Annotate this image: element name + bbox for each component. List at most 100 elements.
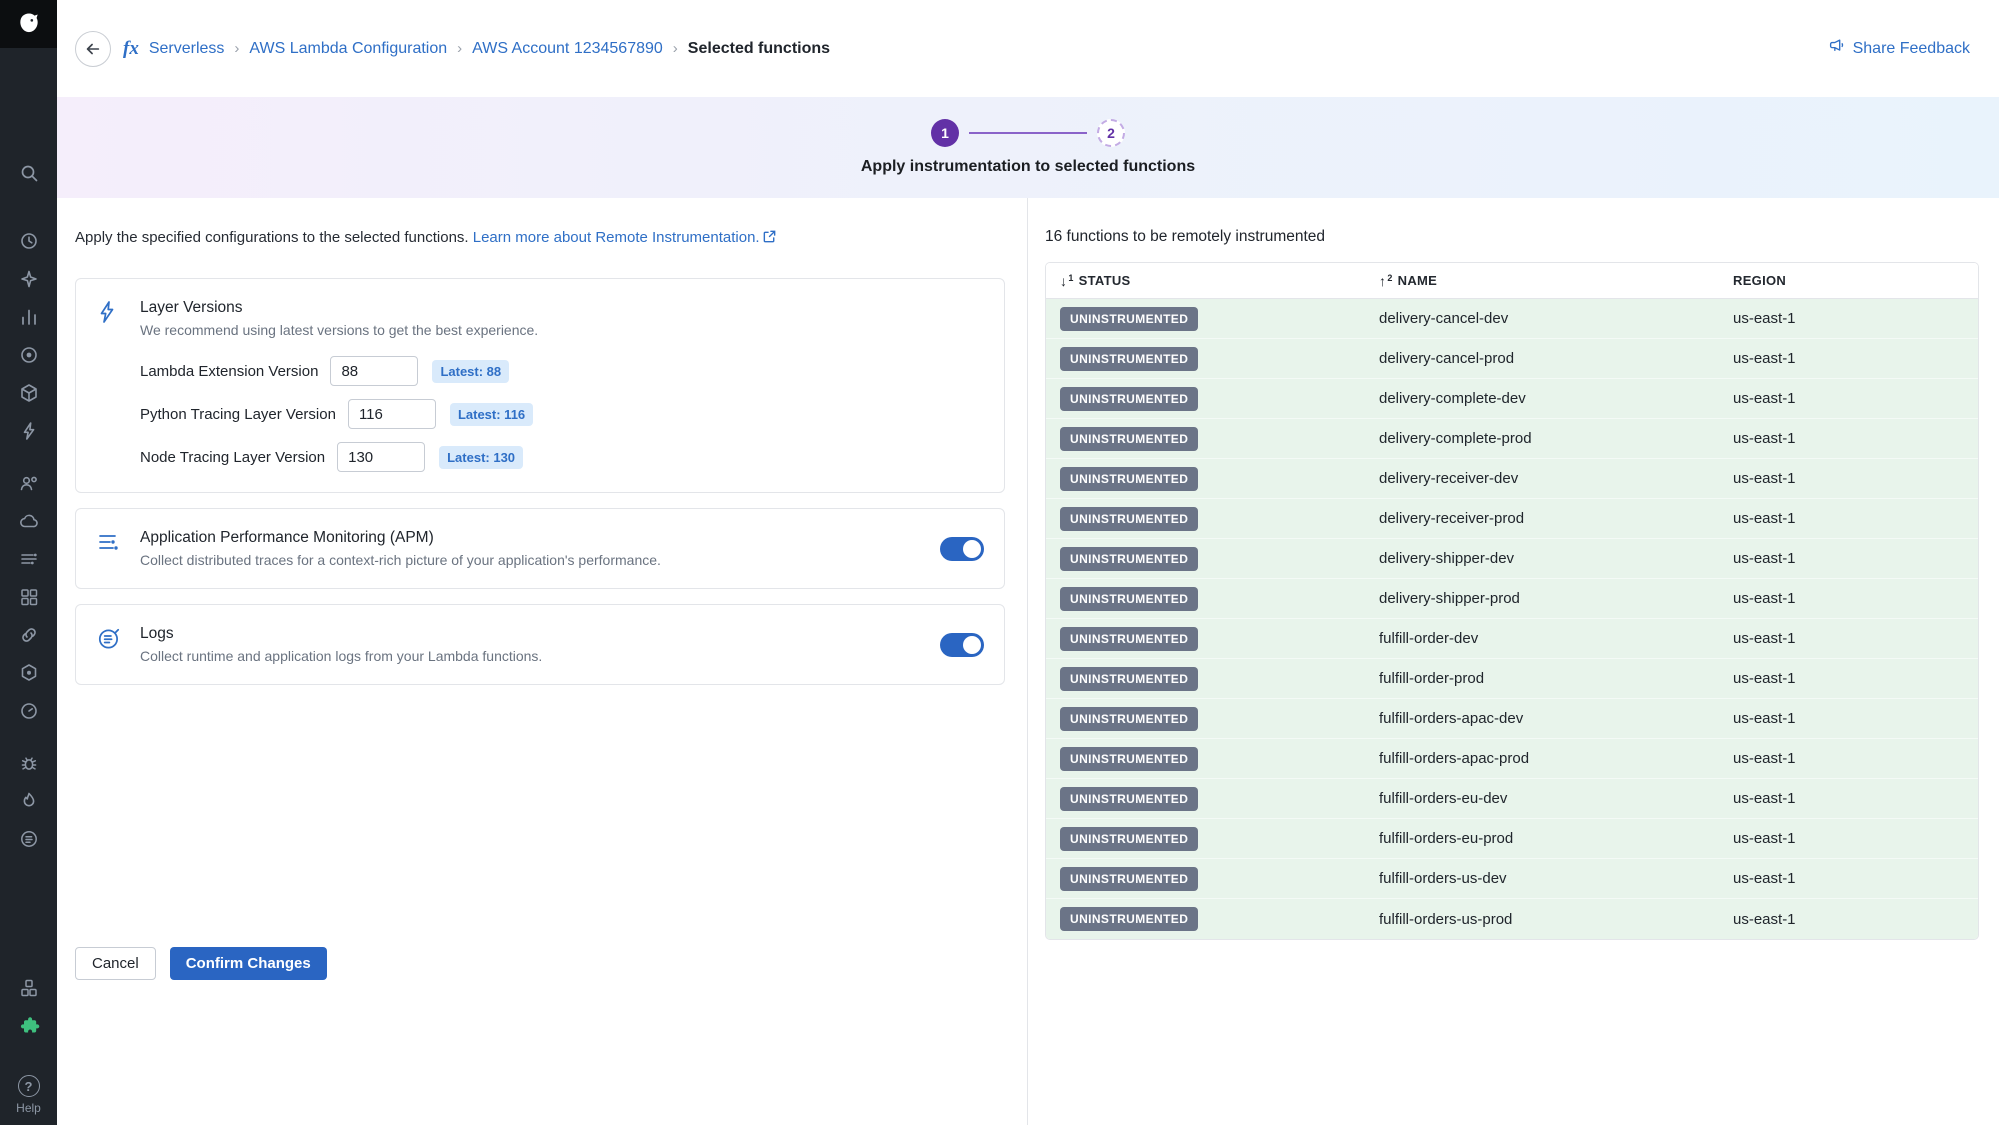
error-tracking-icon[interactable] <box>18 790 40 812</box>
layer-version-label: Python Tracing Layer Version <box>140 406 336 423</box>
logs-card-icon <box>96 625 124 657</box>
function-region: us-east-1 <box>1733 550 1978 567</box>
function-name: fulfill-order-prod <box>1379 670 1733 687</box>
column-label: NAME <box>1398 273 1437 288</box>
function-name: delivery-complete-prod <box>1379 430 1733 447</box>
functions-pane: 16 functions to be remotely instrumented… <box>1028 198 1999 1125</box>
function-name: fulfill-orders-apac-prod <box>1379 750 1733 767</box>
help-icon: ? <box>18 1075 40 1097</box>
learn-more-link[interactable]: Learn more about Remote Instrumentation. <box>473 229 777 246</box>
integrations-link-icon[interactable] <box>18 624 40 646</box>
function-row: UNINSTRUMENTED delivery-shipper-devus-eas… <box>1046 539 1978 579</box>
function-row: UNINSTRUMENTEDdelivery-cancel-produs-eas… <box>1046 339 1978 379</box>
status-badge: UNINSTRUMENTED <box>1060 427 1198 451</box>
ci-gauge-icon[interactable] <box>18 700 40 722</box>
function-region: us-east-1 <box>1733 670 1978 687</box>
function-row: UNINSTRUMENTEDdelivery-complete-devus-ea… <box>1046 379 1978 419</box>
dashboards-icon[interactable] <box>18 586 40 608</box>
status-badge: UNINSTRUMENTED <box>1060 707 1198 731</box>
intro-sentence: Apply the specified configurations to th… <box>75 229 469 246</box>
marketplace-puzzle-icon[interactable] <box>18 1015 40 1037</box>
apm-icon[interactable] <box>18 548 40 570</box>
logs-icon[interactable] <box>18 828 40 850</box>
serverless-icon[interactable] <box>18 420 40 442</box>
monitors-icon[interactable] <box>18 344 40 366</box>
datadog-dog-icon <box>16 11 42 37</box>
metrics-icon[interactable] <box>18 306 40 328</box>
app-root: ? Help fx Serverless›AWS Lambda Configur… <box>0 0 1999 1125</box>
watchdog-sparkles-icon[interactable] <box>18 268 40 290</box>
function-name: fulfill-orders-us-prod <box>1379 911 1733 928</box>
search-icon[interactable] <box>18 162 40 184</box>
column-header-region[interactable]: REGION <box>1733 273 1978 288</box>
function-region: us-east-1 <box>1733 310 1978 327</box>
breadcrumb-item[interactable]: AWS Account 1234567890 <box>472 40 663 58</box>
function-name: delivery-cancel-prod <box>1379 350 1733 367</box>
functions-table-header: ↓1STATUS↑2NAMEREGION <box>1046 263 1978 299</box>
function-region: us-east-1 <box>1733 430 1978 447</box>
status-badge: UNINSTRUMENTED <box>1060 307 1198 331</box>
cloud-icon[interactable] <box>18 510 40 532</box>
stepper-caption: Apply instrumentation to selected functi… <box>861 158 1195 176</box>
confirm-changes-button[interactable]: Confirm Changes <box>170 947 327 980</box>
history-icon[interactable] <box>18 230 40 252</box>
breadcrumb: Serverless›AWS Lambda Configuration›AWS … <box>149 40 830 58</box>
function-row: UNINSTRUMENTEDdelivery-receiver-produs-e… <box>1046 499 1978 539</box>
help-button[interactable]: ? Help <box>16 1075 41 1115</box>
apm-card: Application Performance Monitoring (APM)… <box>75 508 1005 589</box>
logs-toggle[interactable] <box>940 633 984 657</box>
status-badge: UNINSTRUMENTED <box>1060 627 1198 651</box>
external-link-icon <box>760 229 777 246</box>
datadog-logo[interactable] <box>0 0 57 48</box>
infrastructure-icon[interactable] <box>18 382 40 404</box>
function-name: fulfill-orders-eu-dev <box>1379 790 1733 807</box>
function-region: us-east-1 <box>1733 590 1978 607</box>
function-row: UNINSTRUMENTED fulfill-orders-eu-devus-ea… <box>1046 779 1978 819</box>
python-tracing-layer-version-input[interactable] <box>348 399 436 429</box>
status-badge: UNINSTRUMENTED <box>1060 507 1198 531</box>
stepper-connector <box>969 132 1087 134</box>
function-region: us-east-1 <box>1733 630 1978 647</box>
status-badge: UNINSTRUMENTED <box>1060 667 1198 691</box>
logs-card: Logs Collect runtime and application log… <box>75 604 1005 685</box>
share-feedback-link[interactable]: Share Feedback <box>1828 37 1970 60</box>
function-region: us-east-1 <box>1733 350 1978 367</box>
security-icon[interactable] <box>18 662 40 684</box>
breadcrumb-item[interactable]: AWS Lambda Configuration <box>249 40 447 58</box>
function-name: fulfill-orders-us-dev <box>1379 870 1733 887</box>
help-label: Help <box>16 1101 41 1115</box>
layer-versions-card: Layer Versions We recommend using latest… <box>75 278 1005 493</box>
function-row: UNINSTRUMENTEDfulfill-orders-apac-devus-… <box>1046 699 1978 739</box>
main-area: fx Serverless›AWS Lambda Configuration›A… <box>57 0 1999 1125</box>
function-region: us-east-1 <box>1733 470 1978 487</box>
lambda-extension-version-input[interactable] <box>330 356 418 386</box>
back-button[interactable] <box>75 31 111 67</box>
organization-icon[interactable] <box>18 472 40 494</box>
function-region: us-east-1 <box>1733 870 1978 887</box>
column-header-name[interactable]: ↑2NAME <box>1379 273 1733 288</box>
layer-version-row: Node Tracing Layer VersionLatest: 130 <box>140 442 984 472</box>
status-badge: UNINSTRUMENTED <box>1060 787 1198 811</box>
step-1-indicator: 1 <box>931 119 959 147</box>
function-row: UNINSTRUMENTEDfulfill-orders-us-produs-e… <box>1046 899 1978 939</box>
layer-versions-title: Layer Versions <box>140 299 984 317</box>
apm-card-icon <box>96 529 124 559</box>
logs-title: Logs <box>140 625 924 643</box>
function-name: delivery-shipper-dev <box>1379 550 1733 567</box>
blocks-icon[interactable] <box>18 977 40 999</box>
apm-toggle[interactable] <box>940 537 984 561</box>
function-name: delivery-shipper-prod <box>1379 590 1733 607</box>
function-row: UNINSTRUMENTEDdelivery-shipper-produs-ea… <box>1046 579 1978 619</box>
bug-icon[interactable] <box>18 752 40 774</box>
function-name: fulfill-orders-apac-dev <box>1379 710 1733 727</box>
status-badge: UNINSTRUMENTED <box>1060 867 1198 891</box>
function-region: us-east-1 <box>1733 790 1978 807</box>
cancel-button[interactable]: Cancel <box>75 947 156 980</box>
status-badge: UNINSTRUMENTED <box>1060 547 1198 571</box>
breadcrumb-item[interactable]: Serverless <box>149 40 225 58</box>
column-header-status[interactable]: ↓1STATUS <box>1046 273 1379 288</box>
node-tracing-layer-version-input[interactable] <box>337 442 425 472</box>
status-badge: UNINSTRUMENTED <box>1060 387 1198 411</box>
function-name: delivery-receiver-dev <box>1379 470 1733 487</box>
breadcrumb-separator: › <box>457 40 462 57</box>
